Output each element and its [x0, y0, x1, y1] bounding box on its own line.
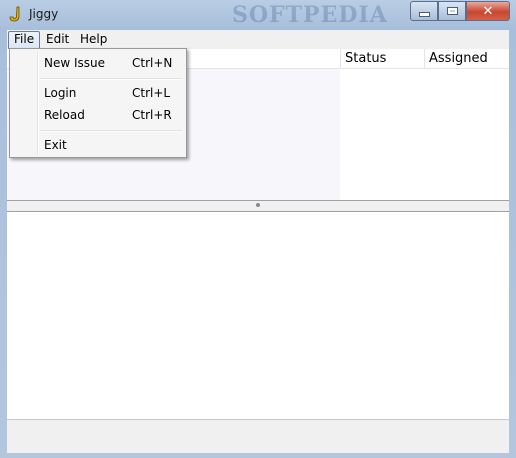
app-icon[interactable]	[8, 6, 24, 22]
window-title: Jiggy	[29, 7, 59, 21]
menu-item-label: New Issue	[44, 56, 106, 70]
menu-item-label: Login	[44, 86, 77, 100]
menu-help[interactable]: Help	[75, 31, 112, 48]
watermark-logo: SOFTPEDIA	[232, 2, 388, 28]
issue-detail-pane[interactable]	[7, 212, 509, 419]
menu-item-exit[interactable]: Exit	[12, 134, 184, 156]
menu-item-login[interactable]: Login Ctrl+L	[12, 82, 184, 104]
menu-bar: File Edit Help	[7, 30, 509, 50]
file-menu-dropdown: New Issue Ctrl+N Login Ctrl+L Reload Ctr…	[9, 48, 187, 158]
minimize-button[interactable]	[410, 1, 438, 21]
splitter-grip-icon	[256, 203, 260, 207]
menu-edit[interactable]: Edit	[41, 31, 74, 48]
menu-item-shortcut: Ctrl+N	[132, 56, 173, 70]
close-button[interactable]: ✕	[466, 1, 510, 21]
title-bar[interactable]: Jiggy SOFTPEDIA ✕	[0, 0, 516, 30]
menu-item-reload[interactable]: Reload Ctrl+R	[12, 104, 184, 126]
close-icon: ✕	[482, 3, 494, 19]
window-frame: Jiggy SOFTPEDIA ✕ File Edit Help Status …	[0, 0, 516, 458]
maximize-button[interactable]	[438, 1, 466, 21]
menu-item-label: Reload	[44, 108, 85, 122]
menu-item-label: Exit	[44, 138, 67, 152]
menu-item-new-issue[interactable]: New Issue Ctrl+N	[12, 52, 184, 74]
column-status[interactable]: Status	[340, 49, 425, 68]
menu-item-shortcut: Ctrl+R	[132, 108, 172, 122]
status-bar	[7, 419, 509, 453]
menu-separator	[40, 130, 182, 132]
maximize-icon	[446, 7, 458, 15]
minimize-icon	[418, 11, 430, 17]
column-assigned[interactable]: Assigned	[424, 49, 510, 68]
window-controls: ✕	[410, 1, 510, 21]
menu-separator	[40, 78, 182, 80]
pane-splitter[interactable]	[7, 200, 509, 212]
menu-item-shortcut: Ctrl+L	[132, 86, 171, 100]
